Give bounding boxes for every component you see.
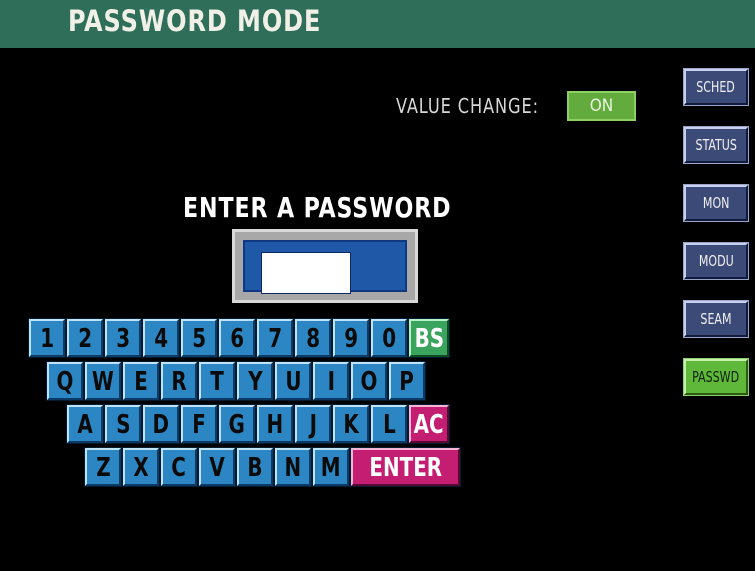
page-title: PASSWORD MODE	[68, 4, 322, 38]
key-s[interactable]: S	[104, 404, 142, 444]
key-a[interactable]: A	[66, 404, 104, 444]
enter-key[interactable]: ENTER	[350, 447, 461, 487]
key-3[interactable]: 3	[104, 318, 142, 358]
key-v[interactable]: V	[198, 447, 236, 487]
all-clear-key[interactable]: AC	[408, 404, 450, 444]
value-change-toggle[interactable]: ON	[567, 91, 636, 121]
key-c[interactable]: C	[160, 447, 198, 487]
nav-button-modu[interactable]: MODU	[683, 242, 749, 280]
key-4[interactable]: 4	[142, 318, 180, 358]
password-display-frame	[232, 229, 418, 303]
key-m[interactable]: M	[312, 447, 350, 487]
key-j[interactable]: J	[294, 404, 332, 444]
key-d[interactable]: D	[142, 404, 180, 444]
key-l[interactable]: L	[370, 404, 408, 444]
key-w[interactable]: W	[84, 361, 122, 401]
password-prompt: ENTER A PASSWORD	[183, 191, 452, 224]
password-input[interactable]	[261, 252, 351, 294]
key-1[interactable]: 1	[28, 318, 66, 358]
key-2[interactable]: 2	[66, 318, 104, 358]
key-o[interactable]: O	[350, 361, 388, 401]
key-e[interactable]: E	[122, 361, 160, 401]
key-9[interactable]: 9	[332, 318, 370, 358]
nav-button-mon[interactable]: MON	[683, 184, 749, 222]
key-r[interactable]: R	[160, 361, 198, 401]
nav-button-status[interactable]: STATUS	[683, 126, 749, 164]
key-f[interactable]: F	[180, 404, 218, 444]
nav-button-sched[interactable]: SCHED	[683, 68, 749, 106]
password-display-panel	[243, 240, 407, 294]
value-change-label: VALUE CHANGE:	[396, 94, 539, 118]
nav-button-passwd[interactable]: PASSWD	[683, 358, 749, 396]
key-t[interactable]: T	[198, 361, 236, 401]
key-5[interactable]: 5	[180, 318, 218, 358]
key-8[interactable]: 8	[294, 318, 332, 358]
key-0[interactable]: 0	[370, 318, 408, 358]
key-i[interactable]: I	[312, 361, 350, 401]
backspace-key[interactable]: BS	[408, 318, 450, 358]
key-z[interactable]: Z	[84, 447, 122, 487]
key-n[interactable]: N	[274, 447, 312, 487]
key-7[interactable]: 7	[256, 318, 294, 358]
key-q[interactable]: Q	[46, 361, 84, 401]
key-6[interactable]: 6	[218, 318, 256, 358]
key-b[interactable]: B	[236, 447, 274, 487]
key-x[interactable]: X	[122, 447, 160, 487]
key-u[interactable]: U	[274, 361, 312, 401]
key-k[interactable]: K	[332, 404, 370, 444]
key-p[interactable]: P	[388, 361, 426, 401]
key-g[interactable]: G	[218, 404, 256, 444]
title-bar: PASSWORD MODE	[0, 0, 755, 48]
key-h[interactable]: H	[256, 404, 294, 444]
key-y[interactable]: Y	[236, 361, 274, 401]
nav-button-seam[interactable]: SEAM	[683, 300, 749, 338]
